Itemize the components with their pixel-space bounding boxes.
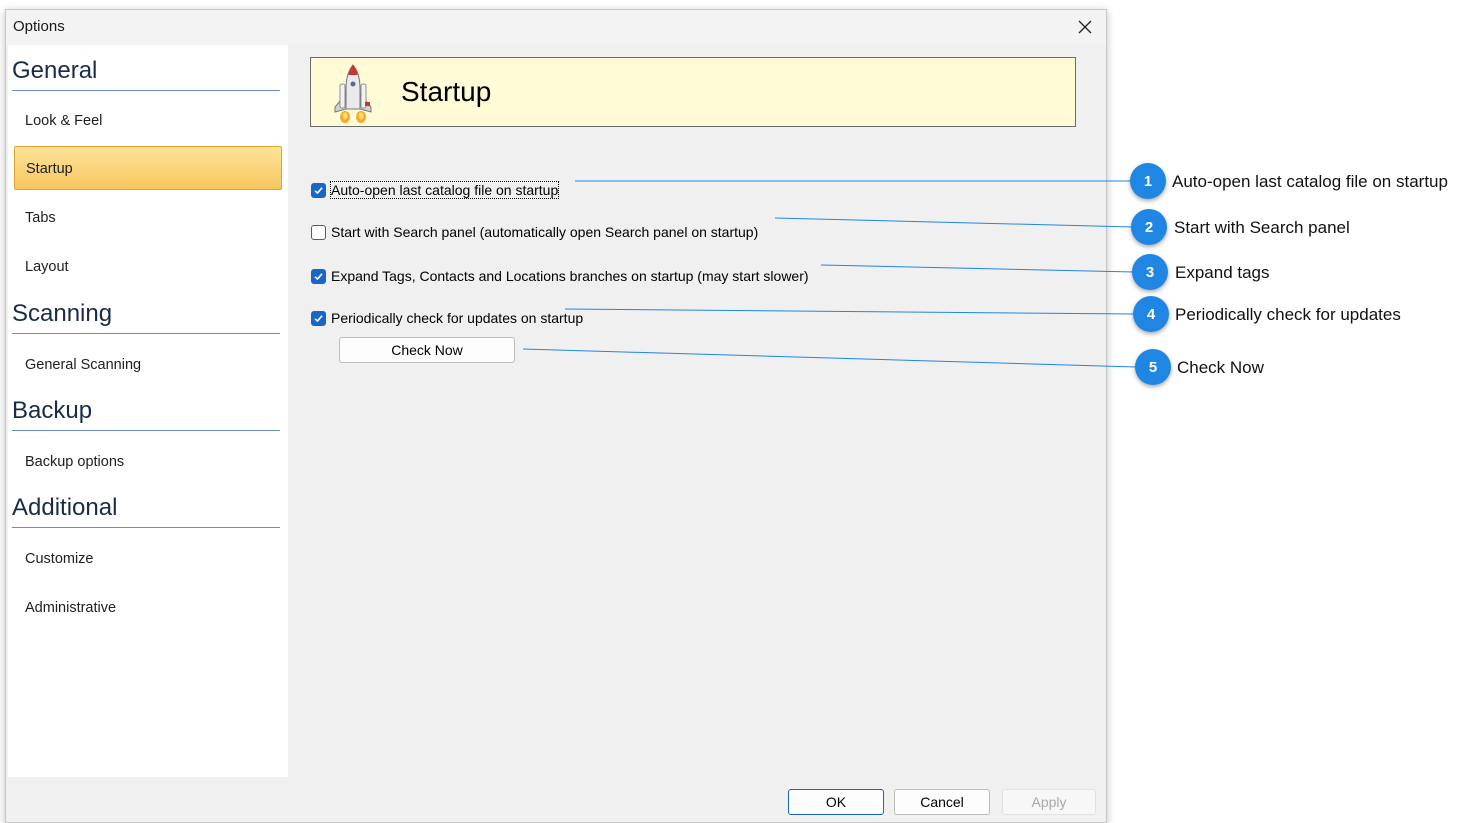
callout-badge-5: 5 [1135, 349, 1171, 385]
callout-text-5: Check Now [1177, 358, 1264, 377]
sidebar-item-startup[interactable]: Startup [14, 146, 282, 190]
callout-text-3: Expand tags [1175, 263, 1270, 282]
page-title: Startup [401, 76, 492, 107]
checkbox-checked[interactable] [311, 268, 326, 284]
options-content: Startup Auto-open last catalog file on s… [292, 45, 1106, 815]
checkbox-unchecked[interactable] [311, 224, 326, 240]
option-label: Expand Tags, Contacts and Locations bran… [331, 268, 809, 284]
checkmark-icon [314, 272, 323, 280]
sidebar-item-backup-options[interactable]: Backup options [25, 454, 124, 470]
option-expand-tags[interactable]: Expand Tags, Contacts and Locations bran… [311, 268, 809, 284]
callout-badge-2: 2 [1131, 209, 1167, 245]
title-bar: Options [6, 10, 1106, 44]
option-label: Start with Search panel (automatically o… [331, 224, 759, 240]
ok-button[interactable]: OK [788, 789, 884, 815]
callout-text-4: Periodically check for updates [1175, 305, 1401, 324]
checkbox-checked[interactable] [311, 182, 326, 198]
window-title: Options [13, 18, 65, 35]
options-sidebar: General Look & Feel Startup Tabs Layout … [8, 45, 288, 777]
sidebar-item-general-scanning[interactable]: General Scanning [25, 357, 141, 373]
checkbox-checked[interactable] [311, 310, 326, 326]
section-heading-backup: Backup [12, 397, 93, 424]
checkmark-icon [314, 314, 323, 322]
section-heading-additional: Additional [12, 494, 118, 521]
option-start-with-search[interactable]: Start with Search panel (automatically o… [311, 224, 758, 240]
section-heading-general: General [12, 57, 98, 84]
page-header: Startup [310, 57, 1076, 127]
section-divider [12, 430, 280, 431]
check-now-button[interactable]: Check Now [339, 337, 515, 363]
cancel-button[interactable]: Cancel [894, 789, 990, 815]
callout-badge-4: 4 [1133, 296, 1169, 332]
section-heading-scanning: Scanning [12, 300, 113, 327]
section-divider [12, 527, 280, 528]
option-label: Auto-open last catalog file on startup [329, 181, 560, 199]
checkmark-icon [314, 186, 323, 194]
option-auto-open[interactable]: Auto-open last catalog file on startup [311, 181, 560, 199]
callout-badge-3: 3 [1132, 254, 1168, 290]
options-dialog: Options General Look & Feel Startup Tabs… [5, 9, 1107, 823]
callout-text-2: Start with Search panel [1174, 218, 1350, 237]
callout-text-1: Auto-open last catalog file on startup [1172, 172, 1448, 191]
sidebar-item-administrative[interactable]: Administrative [25, 600, 116, 616]
close-button[interactable] [1070, 13, 1100, 41]
section-divider [12, 333, 280, 334]
close-icon [1078, 20, 1092, 34]
rocket-icon [334, 64, 372, 123]
option-label: Periodically check for updates on startu… [331, 310, 584, 326]
option-check-updates[interactable]: Periodically check for updates on startu… [311, 310, 583, 326]
sidebar-item-tabs[interactable]: Tabs [25, 210, 56, 226]
sidebar-item-layout[interactable]: Layout [25, 259, 69, 275]
section-divider [12, 90, 280, 91]
callout-badge-1: 1 [1130, 163, 1166, 199]
sidebar-item-customize[interactable]: Customize [25, 551, 94, 567]
apply-button[interactable]: Apply [1002, 789, 1096, 815]
sidebar-item-look-feel[interactable]: Look & Feel [25, 113, 102, 129]
